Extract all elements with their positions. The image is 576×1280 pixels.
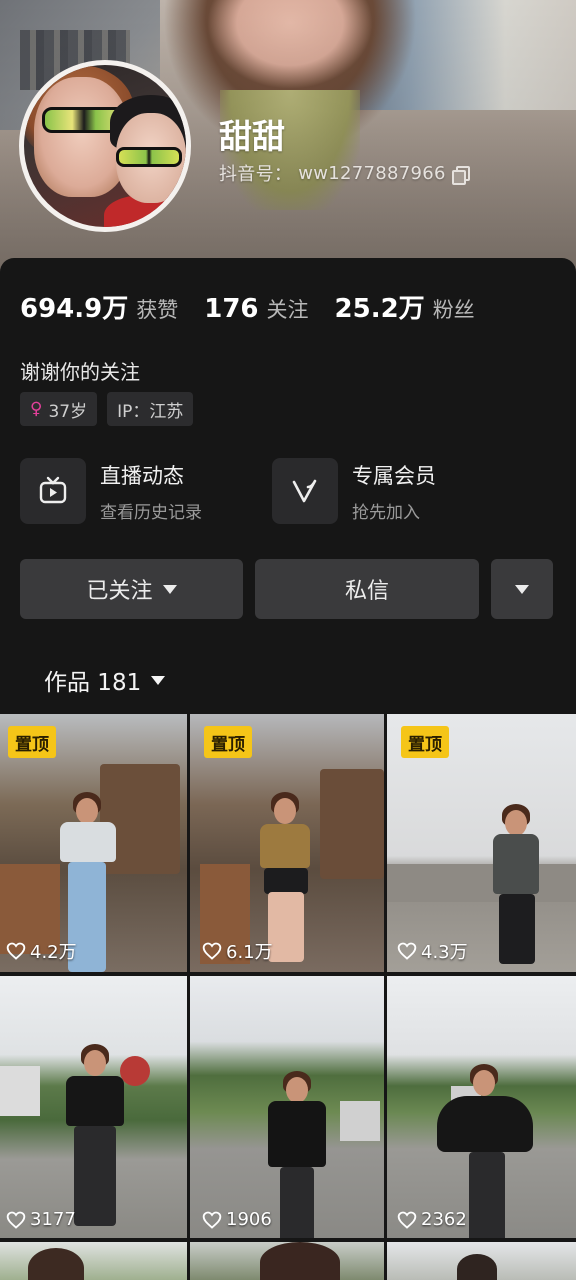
douyin-id-value: ww1277887966 xyxy=(298,162,446,184)
video-thumbnail[interactable]: 置顶 6.1万 xyxy=(190,714,384,972)
nickname: 甜甜 xyxy=(219,117,285,156)
video-thumbnail[interactable]: 置顶 4.3万 xyxy=(387,714,576,972)
caret-down-icon xyxy=(151,675,166,685)
pinned-badge: 置顶 xyxy=(204,726,252,758)
caret-down-icon xyxy=(515,584,529,594)
video-thumbnail[interactable] xyxy=(387,1242,576,1280)
video-likes: 4.2万 xyxy=(6,938,77,964)
video-thumbnail[interactable]: 2362 xyxy=(387,976,576,1238)
likes-label: 获赞 xyxy=(136,298,179,322)
membership-title: 专属会员 xyxy=(352,463,436,488)
message-button[interactable]: 私信 xyxy=(255,559,479,619)
female-icon: ♀ xyxy=(30,399,43,419)
bio: 谢谢你的关注 xyxy=(20,360,140,384)
membership-entry[interactable]: 专属会员 抢先加入 xyxy=(272,458,436,524)
live-history-entry[interactable]: 直播动态 查看历史记录 xyxy=(20,458,202,524)
live-history-subtitle: 查看历史记录 xyxy=(100,502,202,523)
live-history-title: 直播动态 xyxy=(100,463,184,488)
stats-row: 694.9万 获赞 176 关注 25.2万 粉丝 xyxy=(20,288,501,325)
video-thumbnail[interactable] xyxy=(0,1242,187,1280)
followers-label: 粉丝 xyxy=(432,298,475,322)
video-likes: 6.1万 xyxy=(202,938,273,964)
works-tab[interactable]: 作品 181 xyxy=(44,663,166,697)
heart-icon xyxy=(6,942,26,960)
followers-count[interactable]: 25.2万 xyxy=(335,288,425,325)
video-grid: 置顶 4.2万 置顶 6.1万 置顶 4.3万 3177 1906 2362 xyxy=(0,714,576,1280)
heart-icon xyxy=(397,1211,417,1229)
heart-icon xyxy=(202,1211,222,1229)
ip-tag: IP：江苏 xyxy=(107,392,194,426)
pinned-badge: 置顶 xyxy=(8,726,56,758)
heart-icon xyxy=(202,942,222,960)
profile-panel: 694.9万 获赞 176 关注 25.2万 粉丝 谢谢你的关注 ♀ 37岁 I… xyxy=(0,258,576,718)
douyin-id-label: 抖音号： xyxy=(219,164,293,185)
v-icon xyxy=(272,458,338,524)
profile-tags: ♀ 37岁 IP：江苏 xyxy=(20,392,194,426)
video-likes: 3177 xyxy=(6,1209,76,1230)
video-thumbnail[interactable]: 置顶 4.2万 xyxy=(0,714,187,972)
following-count[interactable]: 176 xyxy=(204,294,258,324)
likes-count[interactable]: 694.9万 xyxy=(20,288,128,325)
tv-icon xyxy=(20,458,86,524)
douyin-id[interactable]: 抖音号： ww1277887966 xyxy=(219,160,470,186)
followed-button[interactable]: 已关注 xyxy=(20,559,243,619)
age-tag: ♀ 37岁 xyxy=(20,392,98,426)
video-thumbnail[interactable]: 1906 xyxy=(190,976,384,1238)
membership-subtitle: 抢先加入 xyxy=(352,502,420,523)
video-thumbnail[interactable]: 3177 xyxy=(0,976,187,1238)
copy-icon[interactable] xyxy=(451,165,470,185)
avatar[interactable] xyxy=(19,60,191,232)
heart-icon xyxy=(6,1211,26,1229)
more-dropdown-button[interactable] xyxy=(491,559,553,619)
video-likes: 1906 xyxy=(202,1209,272,1230)
video-likes: 4.3万 xyxy=(397,938,468,964)
video-thumbnail[interactable] xyxy=(190,1242,384,1280)
caret-down-icon xyxy=(162,584,177,594)
pinned-badge: 置顶 xyxy=(401,726,449,758)
video-likes: 2362 xyxy=(397,1209,467,1230)
heart-icon xyxy=(397,942,417,960)
following-label: 关注 xyxy=(266,298,309,322)
